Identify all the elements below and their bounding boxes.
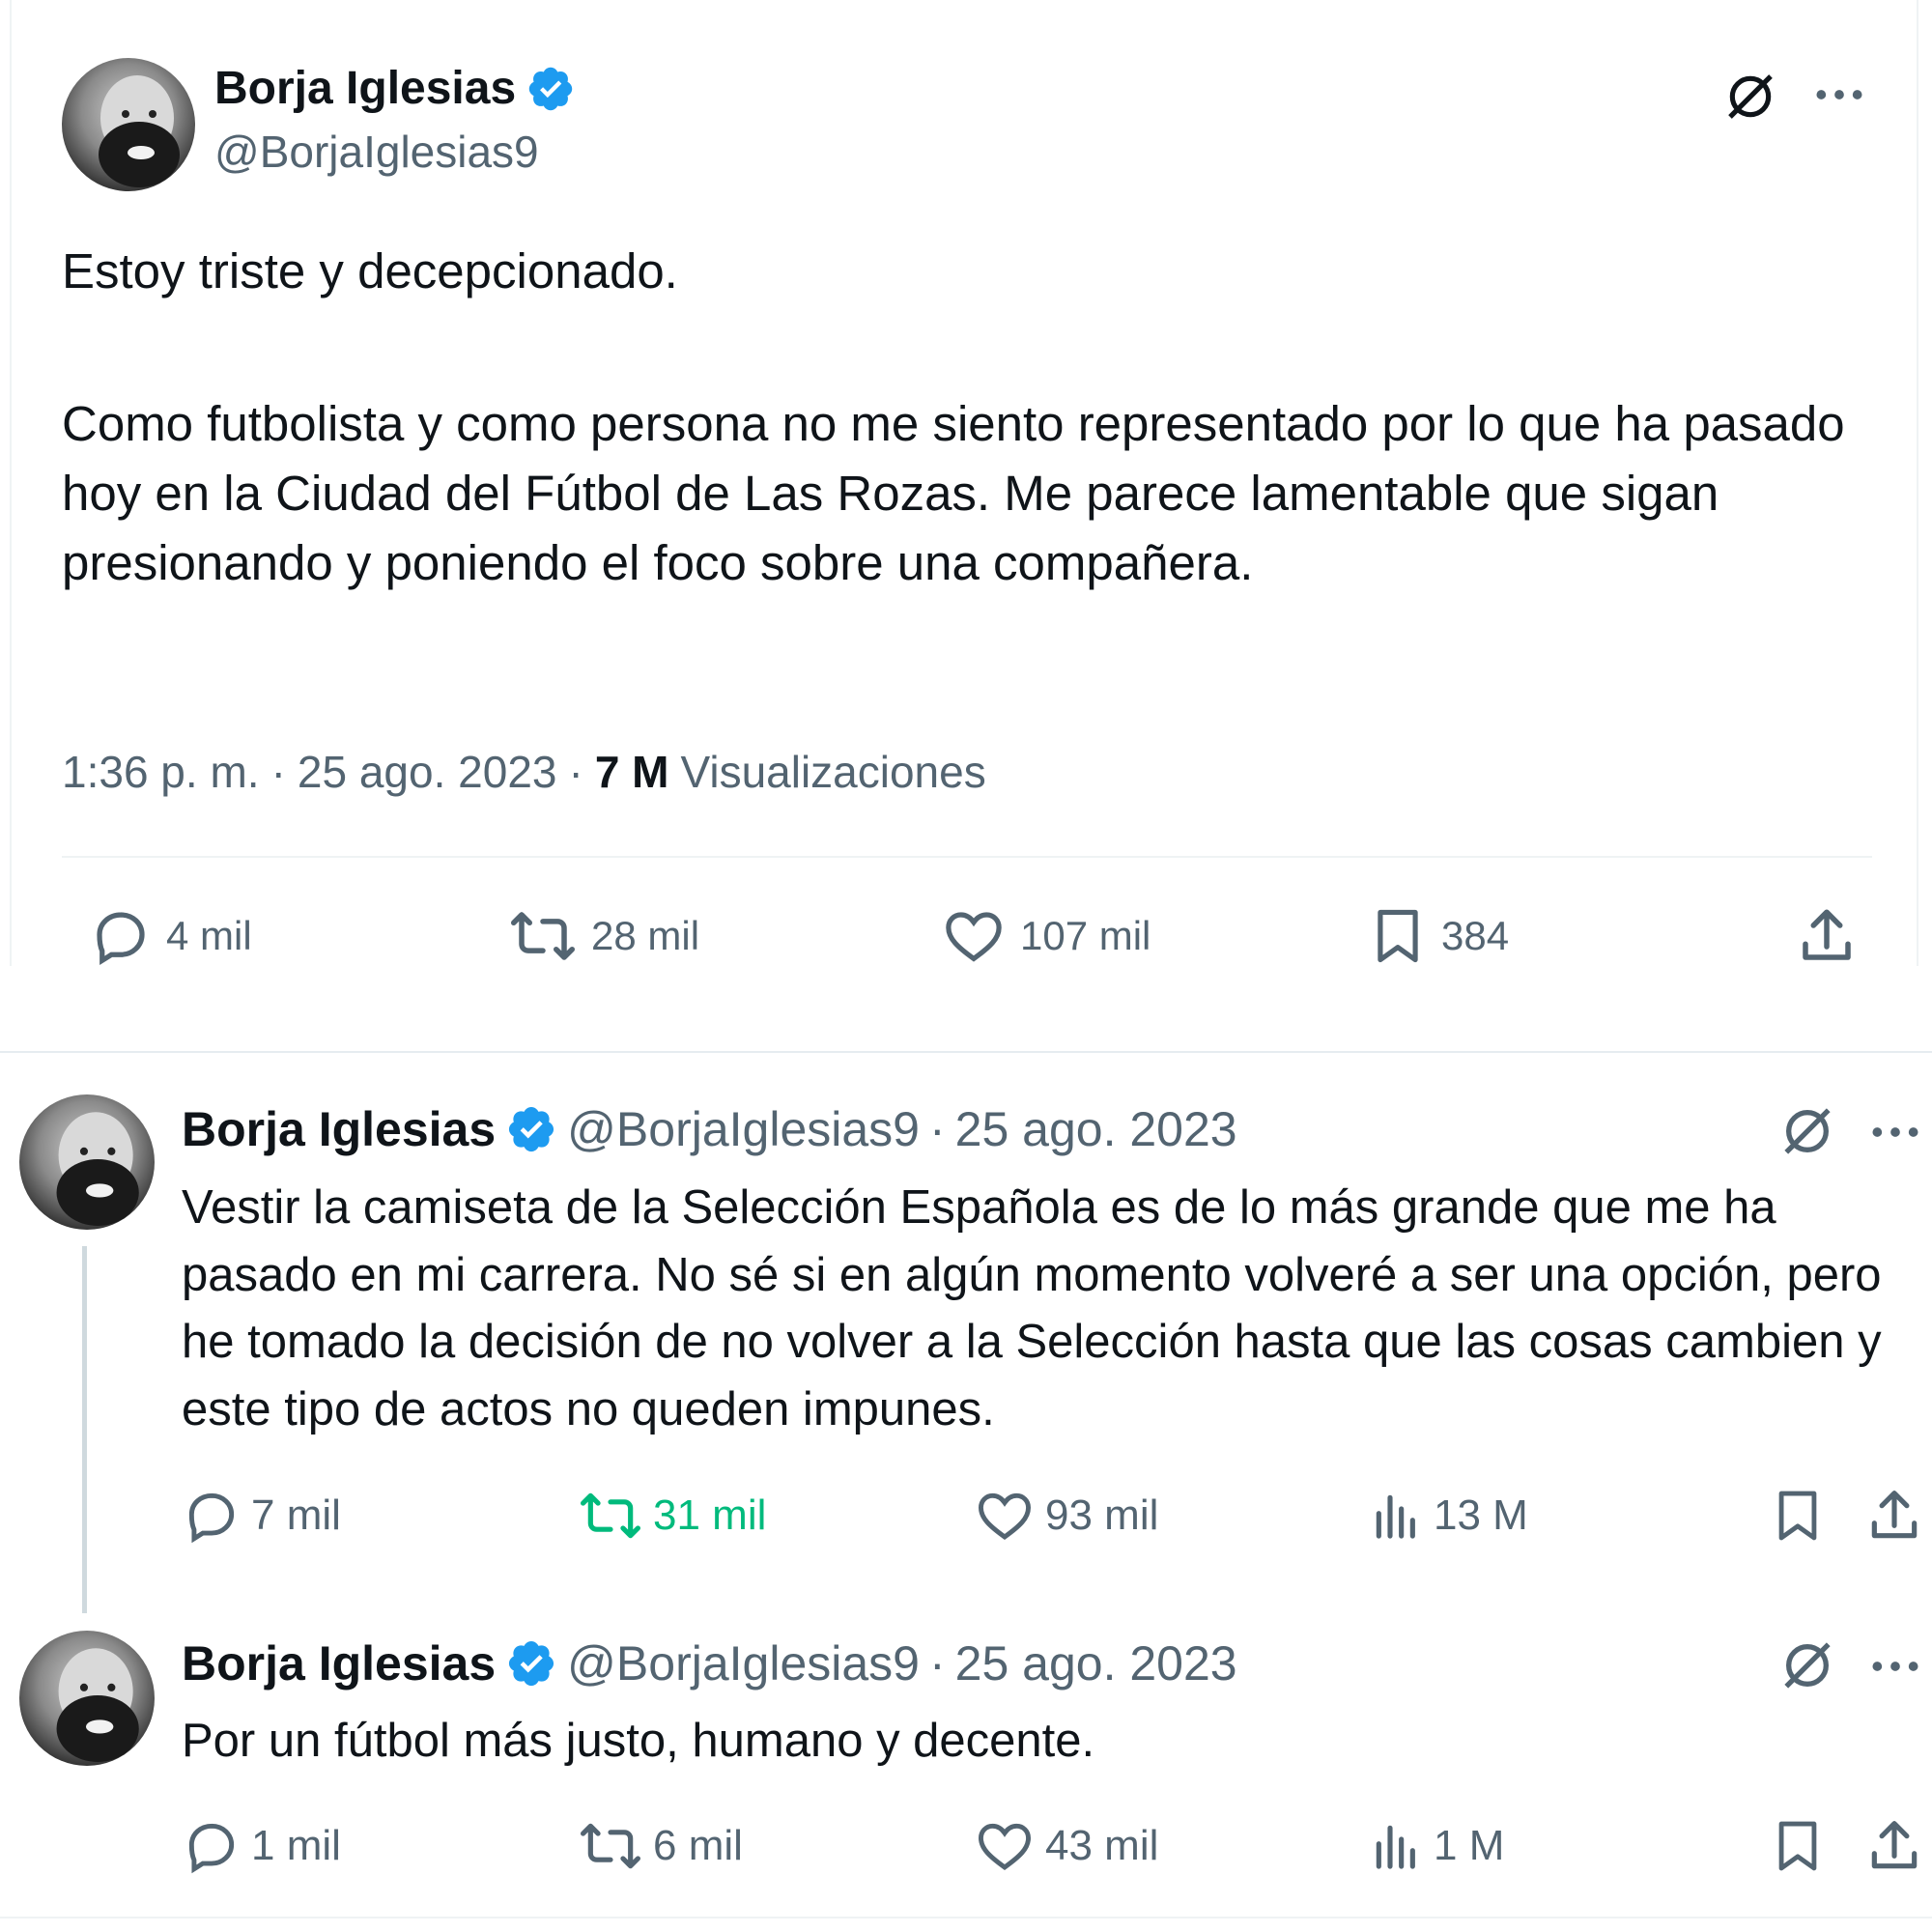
author-handle[interactable]: @BorjaIglesias9 bbox=[567, 1101, 920, 1157]
views-button[interactable]: 13 M bbox=[1370, 1486, 1528, 1546]
avatar[interactable] bbox=[19, 1094, 155, 1230]
author-name[interactable]: Borja Iglesias bbox=[214, 62, 516, 115]
bookmark-button[interactable] bbox=[1770, 1816, 1826, 1876]
views-label: Visualizaciones bbox=[680, 747, 986, 797]
tweet-text: Por un fútbol más justo, humano y decent… bbox=[182, 1715, 1095, 1767]
views-button[interactable]: 1 M bbox=[1370, 1816, 1504, 1876]
retweet-button[interactable]: 6 mil bbox=[578, 1816, 743, 1876]
reply-icon bbox=[188, 1823, 235, 1874]
views-icon bbox=[1376, 1494, 1415, 1539]
tweet-date[interactable]: 25 ago. 2023 bbox=[298, 746, 557, 798]
retweet-button[interactable]: 31 mil bbox=[578, 1486, 766, 1546]
reply-button[interactable]: 4 mil bbox=[89, 904, 252, 968]
share-button[interactable] bbox=[1795, 904, 1859, 968]
like-icon bbox=[979, 1492, 1031, 1540]
more-icon[interactable] bbox=[1868, 1115, 1922, 1150]
retweet-icon bbox=[511, 912, 575, 960]
more-icon[interactable] bbox=[1868, 1649, 1922, 1684]
retweet-count: 28 mil bbox=[591, 913, 700, 958]
author-handle[interactable]: @BorjaIglesias9 bbox=[567, 1635, 920, 1691]
more-icon[interactable] bbox=[1812, 77, 1866, 112]
bookmark-button[interactable] bbox=[1770, 1486, 1826, 1546]
bookmark-button[interactable]: 384 bbox=[1368, 904, 1509, 968]
views-count: 13 M bbox=[1434, 1492, 1528, 1539]
grok-icon[interactable] bbox=[1779, 1637, 1835, 1693]
reply-count: 1 mil bbox=[251, 1822, 341, 1869]
verified-badge-icon bbox=[528, 67, 573, 110]
like-button[interactable]: 107 mil bbox=[941, 904, 1151, 968]
reply-button[interactable]: 7 mil bbox=[182, 1486, 341, 1546]
avatar-image bbox=[99, 75, 180, 187]
like-count: 43 mil bbox=[1045, 1822, 1159, 1869]
divider bbox=[0, 1917, 1932, 1918]
retweet-count: 6 mil bbox=[653, 1822, 743, 1869]
avatar-image bbox=[56, 1648, 139, 1762]
retweet-button[interactable]: 28 mil bbox=[508, 904, 699, 968]
retweet-count: 31 mil bbox=[653, 1492, 767, 1539]
reply-icon bbox=[97, 912, 145, 966]
like-button[interactable]: 43 mil bbox=[974, 1816, 1158, 1876]
like-count: 107 mil bbox=[1020, 913, 1151, 958]
author-name[interactable]: Borja Iglesias bbox=[182, 1635, 496, 1691]
views-count: 7 M bbox=[594, 747, 669, 797]
thread-tweet-header: Borja Iglesias @BorjaIglesias9 · 25 ago.… bbox=[182, 1101, 1237, 1157]
views-count: 1 M bbox=[1434, 1822, 1505, 1869]
tweet-paragraph: Estoy triste y decepcionado. bbox=[62, 243, 678, 298]
avatar[interactable] bbox=[19, 1631, 155, 1766]
share-icon bbox=[1871, 1821, 1918, 1869]
reply-count: 4 mil bbox=[166, 913, 252, 958]
tweet-time[interactable]: 1:36 p. m. bbox=[62, 746, 260, 798]
share-icon bbox=[1871, 1491, 1918, 1539]
tweet-date[interactable]: 25 ago. 2023 bbox=[955, 1635, 1237, 1691]
like-icon bbox=[946, 912, 1002, 962]
author-handle[interactable]: @BorjaIglesias9 bbox=[214, 126, 539, 178]
like-icon bbox=[979, 1823, 1031, 1870]
views-icon bbox=[1376, 1825, 1415, 1869]
share-button[interactable] bbox=[1864, 1486, 1924, 1546]
like-button[interactable]: 93 mil bbox=[974, 1486, 1158, 1546]
tweet-paragraph: Como futbolista y como persona no me sie… bbox=[62, 395, 1845, 590]
avatar-image bbox=[56, 1112, 139, 1226]
tweet-meta: 1:36 p. m. · 25 ago. 2023 · 7 M Visualiz… bbox=[62, 746, 986, 798]
verified-badge-icon bbox=[509, 1640, 554, 1687]
retweet-icon bbox=[580, 1823, 640, 1869]
reply-button[interactable]: 1 mil bbox=[182, 1816, 341, 1876]
tweet-text: Vestir la camiseta de la Selección Españ… bbox=[182, 1181, 1882, 1435]
like-count: 93 mil bbox=[1045, 1492, 1159, 1539]
share-icon bbox=[1803, 909, 1851, 960]
bookmark-icon bbox=[1778, 1821, 1817, 1871]
share-button[interactable] bbox=[1864, 1816, 1924, 1876]
reply-icon bbox=[188, 1492, 235, 1544]
author-name[interactable]: Borja Iglesias bbox=[182, 1101, 496, 1157]
bookmark-icon bbox=[1378, 909, 1418, 963]
thread-tweet-header: Borja Iglesias @BorjaIglesias9 · 25 ago.… bbox=[182, 1635, 1237, 1691]
grok-icon[interactable] bbox=[1723, 70, 1777, 124]
avatar[interactable] bbox=[62, 58, 195, 191]
reply-count: 7 mil bbox=[251, 1492, 341, 1539]
grok-icon[interactable] bbox=[1779, 1103, 1835, 1159]
thread-connector bbox=[82, 1246, 87, 1613]
main-tweet-card: Borja Iglesias @BorjaIglesias9 Estoy tri… bbox=[10, 0, 1918, 966]
verified-badge-icon bbox=[509, 1106, 554, 1152]
bookmark-icon bbox=[1778, 1491, 1817, 1541]
tweet-date[interactable]: 25 ago. 2023 bbox=[955, 1101, 1237, 1157]
divider bbox=[62, 856, 1872, 858]
bookmark-count: 384 bbox=[1441, 913, 1510, 958]
tweet-text: Estoy triste y decepcionado. Como futbol… bbox=[62, 237, 1878, 598]
retweet-icon bbox=[580, 1492, 640, 1539]
